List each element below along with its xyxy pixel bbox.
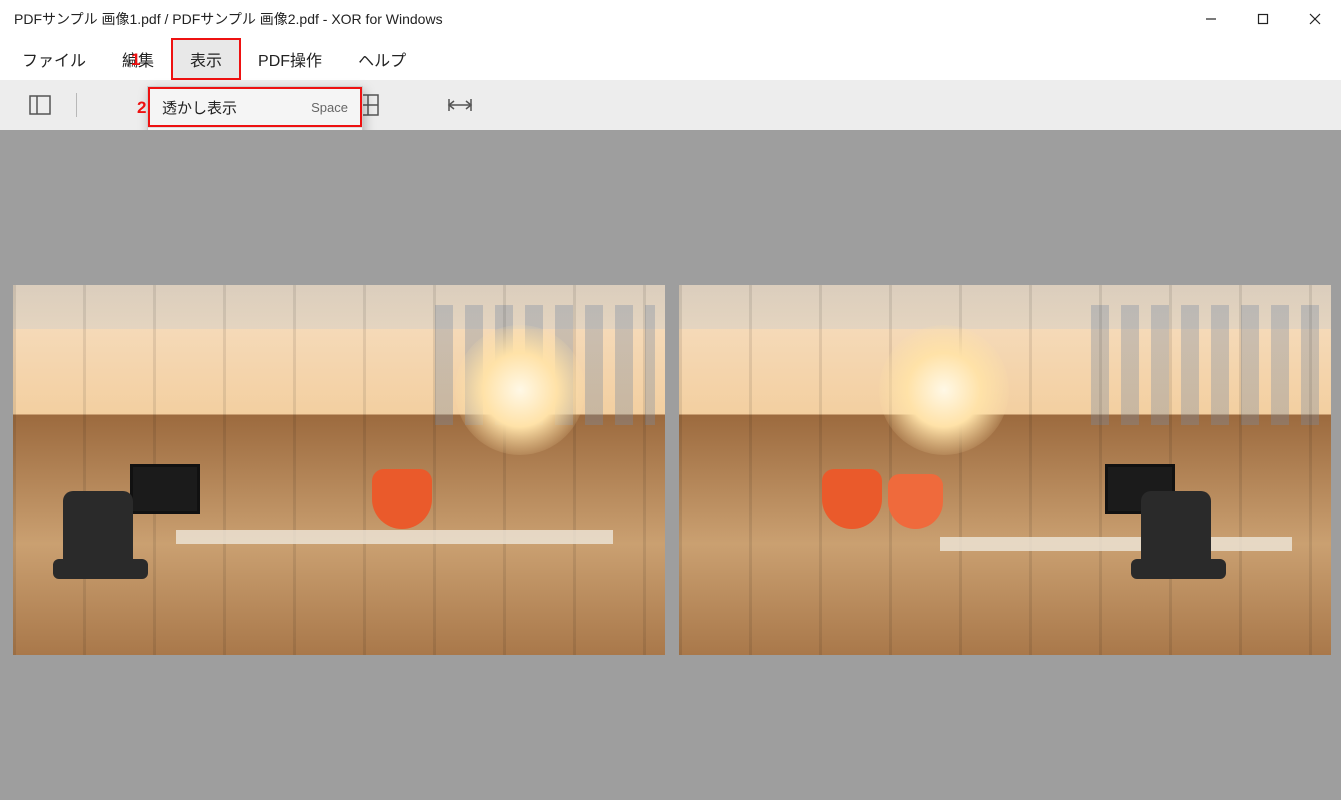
close-button[interactable]: [1289, 0, 1341, 38]
panel-left-icon: [29, 95, 51, 115]
maximize-icon: [1257, 13, 1269, 25]
menu-help[interactable]: ヘルプ: [340, 39, 424, 79]
menu-pdf[interactable]: PDF操作: [240, 39, 340, 79]
toolbar-separator: [76, 93, 77, 117]
office-image-1: [13, 285, 665, 655]
annotation-number-1: 1: [131, 50, 140, 70]
close-icon: [1309, 13, 1321, 25]
menuitem-shortcut: Space: [311, 100, 348, 115]
minimize-button[interactable]: [1185, 0, 1237, 38]
titlebar: PDFサンプル 画像1.pdf / PDFサンプル 画像2.pdf - XOR …: [0, 0, 1341, 38]
maximize-button[interactable]: [1237, 0, 1289, 38]
content-area: [0, 130, 1341, 800]
fit-width-icon: [447, 97, 473, 113]
annotation-number-2: 2: [137, 98, 146, 118]
menu-file[interactable]: ファイル: [4, 39, 104, 79]
toolbar-thumbnail-panel[interactable]: [14, 85, 66, 125]
toolbar-fit-width[interactable]: [434, 85, 486, 125]
window-title: PDFサンプル 画像1.pdf / PDFサンプル 画像2.pdf - XOR …: [14, 9, 443, 29]
menu-view[interactable]: 表示: [172, 39, 240, 79]
menubar: ファイル 編集 表示 PDF操作 ヘルプ: [0, 38, 1341, 80]
minimize-icon: [1205, 13, 1217, 25]
menuitem-transparent-view[interactable]: 透かし表示 Space: [148, 87, 362, 127]
menuitem-label: 透かし表示: [162, 97, 237, 118]
menu-view-label: 表示: [190, 53, 222, 70]
window-controls: [1185, 0, 1341, 38]
office-image-2: [679, 285, 1331, 655]
pdf-page-left[interactable]: [13, 285, 665, 655]
pdf-page-right[interactable]: [679, 285, 1331, 655]
